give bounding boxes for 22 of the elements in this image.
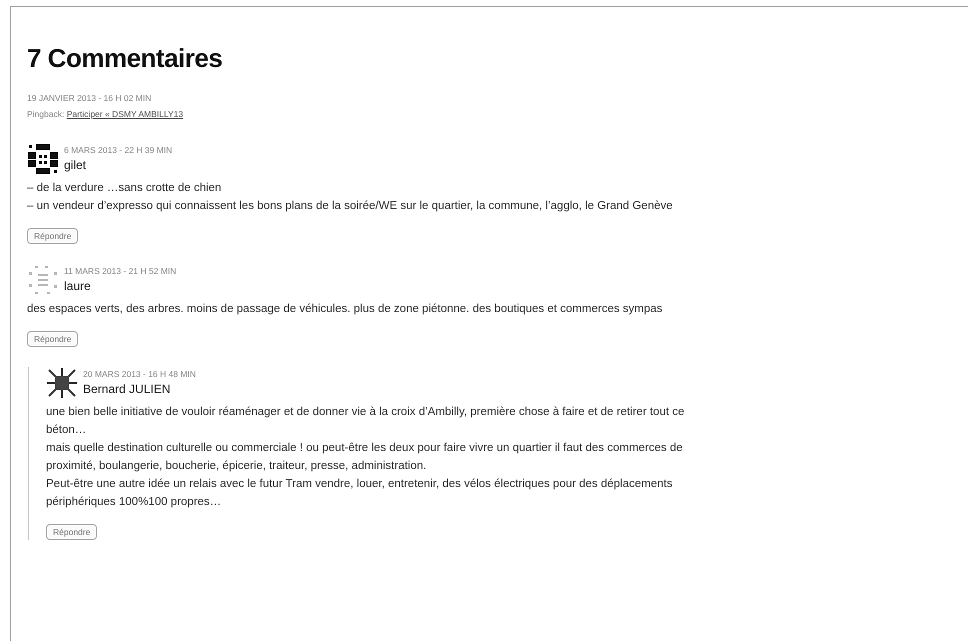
comment-date: 20 MARS 2013 - 16 H 48 MIN bbox=[83, 369, 196, 379]
avatar-icon bbox=[46, 367, 78, 399]
pingback-text: Pingback: Participer « DSMY AMBILLY13 bbox=[27, 109, 184, 119]
avatar-icon bbox=[27, 143, 59, 175]
avatar-icon bbox=[27, 264, 59, 296]
pingback-link[interactable]: Participer « DSMY AMBILLY13 bbox=[66, 109, 184, 119]
comment-text: – de la verdure …sans crotte de chien bbox=[27, 181, 222, 196]
reply-button[interactable]: Répondre bbox=[27, 228, 78, 244]
reply-button[interactable]: Répondre bbox=[46, 524, 98, 540]
comment-text: Peut-être une autre idée un relais avec le futur Tram vendre, louer, entretenir, des vélos électriques pour des déplacements périphériques 100%100 propres… bbox=[46, 477, 674, 510]
comment-author: Bernard JULIEN bbox=[83, 382, 172, 396]
comment-text: mais quelle destination culturelle ou commerciale ! ou peut-être les deux pour faire vivre un quartier il faut des commerces de proximité, boulangerie, boucherie, épicerie, traiteur, presse, administration. bbox=[46, 441, 684, 474]
comment-text: une bien belle initiative de vouloir réaménager et de donner vie à la croix d’Ambilly, première chose à faire et de retirer tout ce béton… bbox=[46, 405, 686, 438]
comment-author: laure bbox=[64, 279, 92, 293]
comment-text: des espaces verts, des arbres. moins de passage de véhicules. plus de zone piétonne. des boutiques et commerces sympas bbox=[27, 302, 664, 317]
comment-date: 19 JANVIER 2013 - 16 H 02 MIN bbox=[27, 93, 152, 103]
comment-author: gilet bbox=[64, 158, 88, 172]
comments-heading: 7 Commentaires bbox=[27, 43, 224, 74]
comment-date: 6 MARS 2013 - 22 H 39 MIN bbox=[64, 145, 172, 155]
comment-text: – un vendeur d’expresso qui connaissent les bons plans de la soirée/WE sur le quartier, la commune, l’agglo, le Grand Genève bbox=[27, 199, 674, 214]
reply-button[interactable]: Répondre bbox=[27, 331, 78, 347]
comment-date: 11 MARS 2013 - 21 H 52 MIN bbox=[64, 266, 176, 276]
